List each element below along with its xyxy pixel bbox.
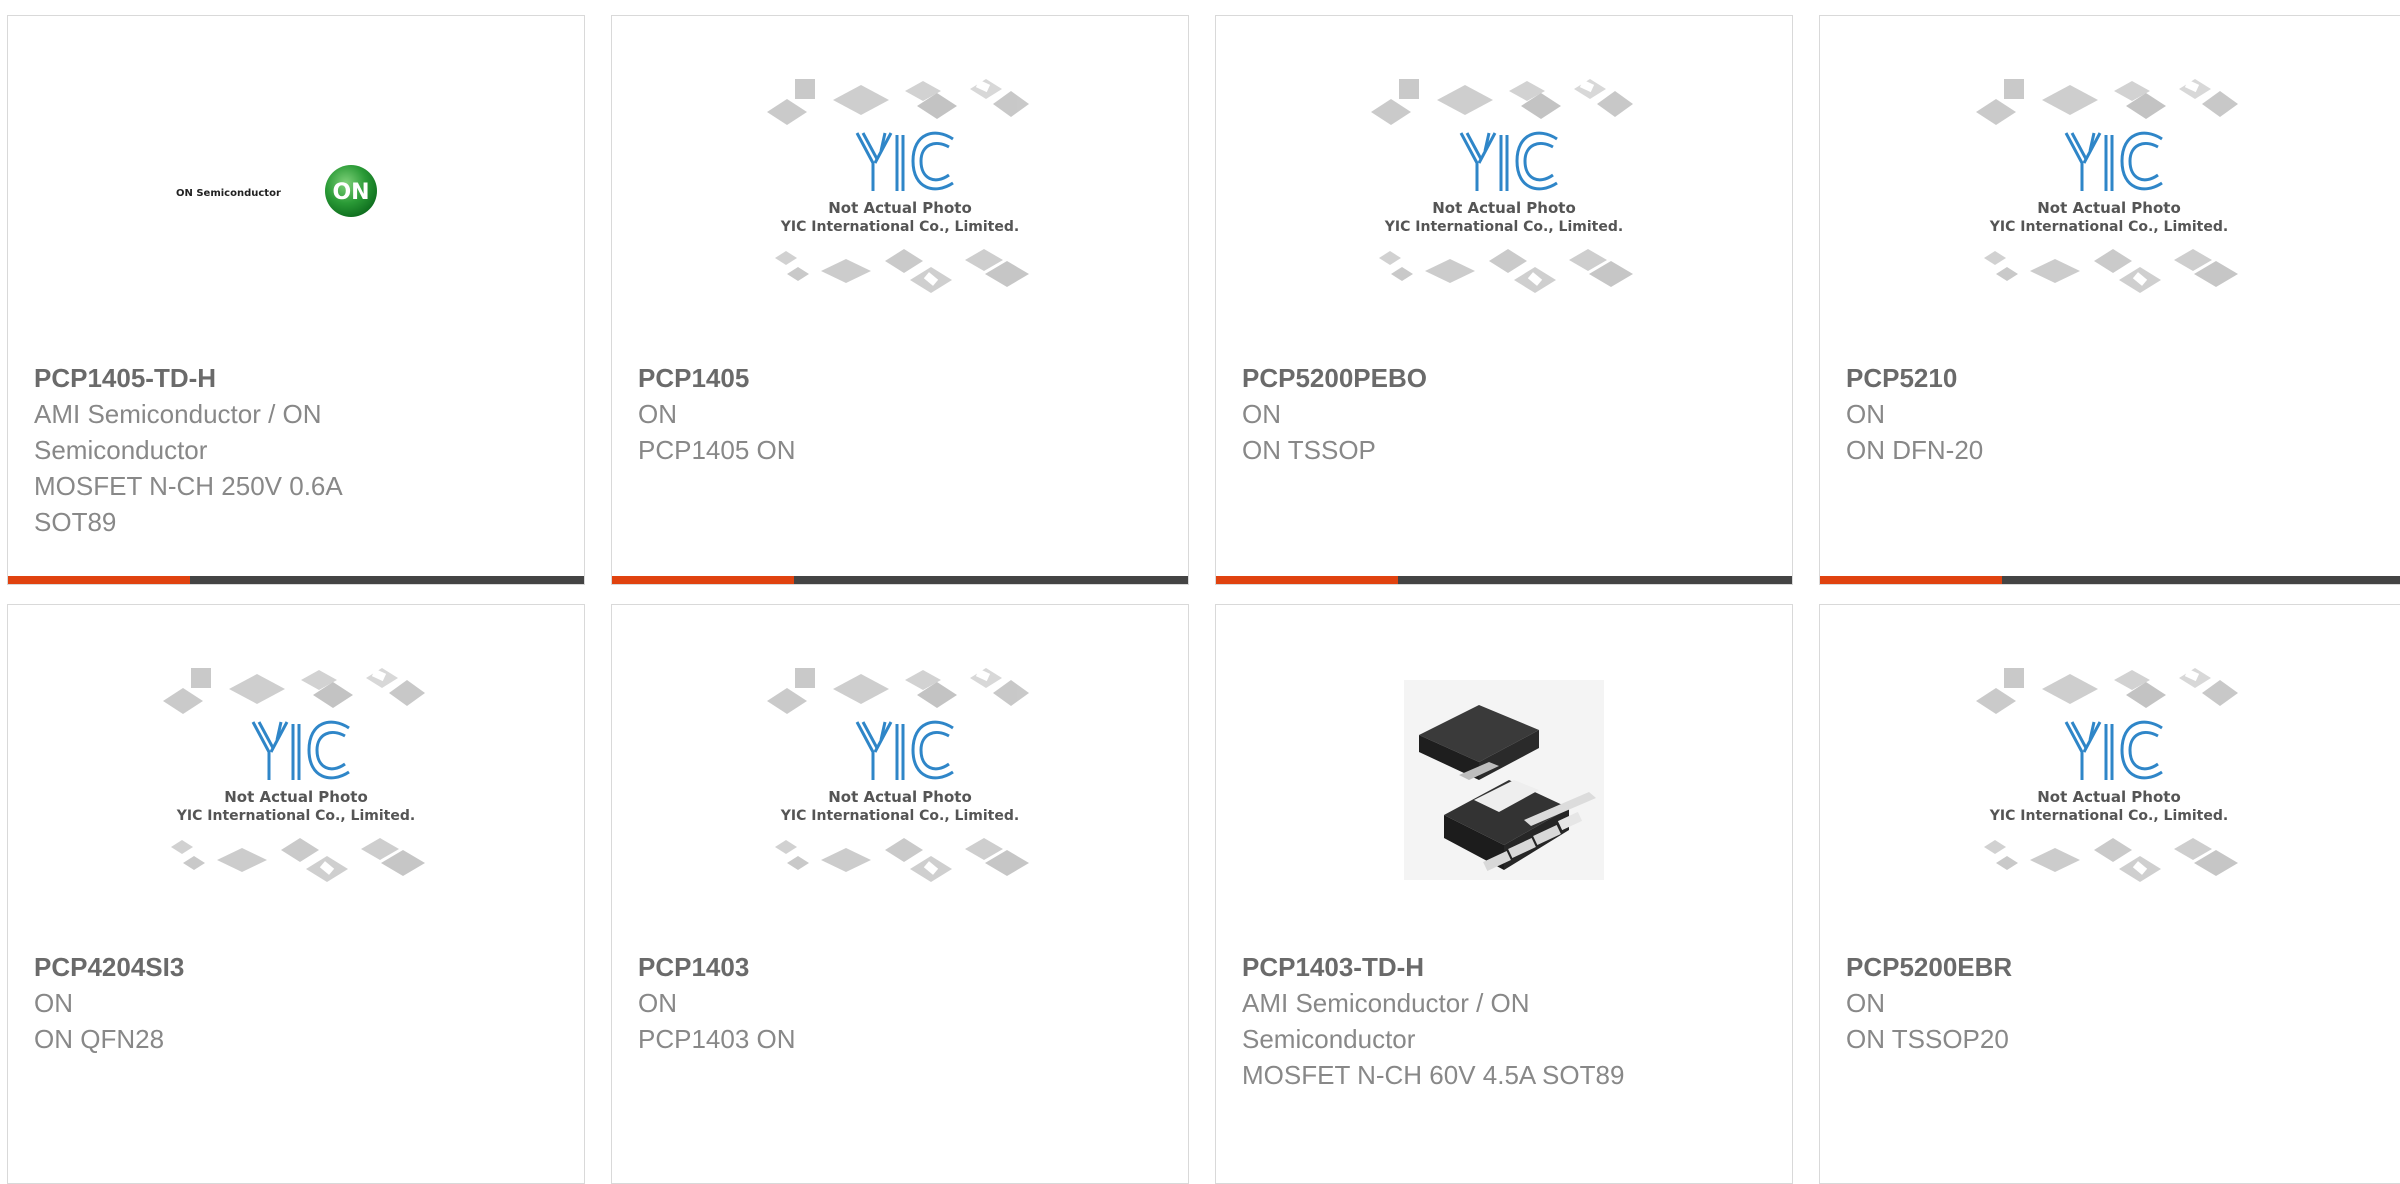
- product-line: AMI Semiconductor / ON: [34, 399, 322, 429]
- placeholder-line2: YIC International Co., Limited.: [1384, 219, 1623, 235]
- on-semiconductor-logo: ON Semiconductor ON: [176, 165, 377, 217]
- product-line: ON: [1846, 988, 1885, 1018]
- product-image-yic-placeholder[interactable]: Not Actual Photo YIC International Co., …: [1820, 605, 2398, 955]
- product-line: Semiconductor: [34, 435, 208, 465]
- placeholder-line1: Not Actual Photo: [828, 199, 972, 217]
- placeholder-line2: YIC International Co., Limited.: [1989, 219, 2228, 235]
- product-info: PCP5200PEBO ON ON TSSOP: [1242, 360, 1772, 468]
- yic-placeholder-image: Not Actual Photo YIC International Co., …: [1976, 668, 2238, 882]
- placeholder-line1: Not Actual Photo: [1432, 199, 1576, 217]
- card-bottom-bar: [612, 576, 1188, 584]
- card-bottom-bar: [1216, 576, 1792, 584]
- yic-placeholder-image: Not Actual Photo YIC International Co., …: [163, 668, 425, 882]
- card-bottom-bar: [1820, 576, 2400, 584]
- product-info: PCP1403 ON PCP1403 ON: [638, 949, 1168, 1057]
- product-line: Semiconductor: [1242, 1024, 1416, 1054]
- part-number-link[interactable]: PCP4204SI3: [34, 949, 564, 985]
- part-number-link[interactable]: PCP1403-TD-H: [1242, 949, 1772, 985]
- part-number-link[interactable]: PCP5200PEBO: [1242, 360, 1772, 396]
- card-bottom-bar: [8, 576, 584, 584]
- part-number-link[interactable]: PCP1403: [638, 949, 1168, 985]
- brand-badge: ON: [332, 180, 369, 205]
- placeholder-line1: Not Actual Photo: [2037, 199, 2181, 217]
- card-accent-bar: [1216, 576, 1398, 584]
- product-grid: ON Semiconductor ON PCP1405-TD-H AMI Sem…: [0, 0, 2400, 1184]
- product-card[interactable]: Not Actual Photo YIC International Co., …: [611, 15, 1189, 585]
- card-accent-bar: [8, 576, 190, 584]
- brand-text: ON Semiconductor: [176, 188, 281, 199]
- product-image-yic-placeholder[interactable]: Not Actual Photo YIC International Co., …: [1820, 16, 2398, 366]
- product-line: ON: [638, 399, 677, 429]
- part-number-link[interactable]: PCP5210: [1846, 360, 2380, 396]
- part-number-link[interactable]: PCP5200EBR: [1846, 949, 2380, 985]
- yic-placeholder-image: Not Actual Photo YIC International Co., …: [1371, 79, 1633, 293]
- placeholder-line1: Not Actual Photo: [224, 788, 368, 806]
- product-info: PCP1403-TD-H AMI Semiconductor / ON Semi…: [1242, 949, 1772, 1093]
- product-info: PCP5210 ON ON DFN-20: [1846, 360, 2380, 468]
- yic-placeholder-image: Not Actual Photo YIC International Co., …: [1976, 79, 2238, 293]
- product-line: ON DFN-20: [1846, 435, 1984, 465]
- product-line: MOSFET N-CH 250V 0.6A: [34, 471, 343, 501]
- product-image-yic-placeholder[interactable]: Not Actual Photo YIC International Co., …: [612, 16, 1188, 366]
- product-info: PCP1405-TD-H AMI Semiconductor / ON Semi…: [34, 360, 564, 540]
- product-line: PCP1405 ON: [638, 435, 796, 465]
- product-line: ON: [1846, 399, 1885, 429]
- product-line: MOSFET N-CH 60V 4.5A SOT89: [1242, 1060, 1625, 1090]
- product-image-yic-placeholder[interactable]: Not Actual Photo YIC International Co., …: [612, 605, 1188, 955]
- product-card[interactable]: Not Actual Photo YIC International Co., …: [1819, 604, 2400, 1184]
- product-card[interactable]: Not Actual Photo YIC International Co., …: [7, 604, 585, 1184]
- part-number-link[interactable]: PCP1405: [638, 360, 1168, 396]
- product-image-on-semiconductor-logo[interactable]: ON Semiconductor ON: [8, 16, 584, 366]
- product-line: PCP1403 ON: [638, 1024, 796, 1054]
- product-info: PCP5200EBR ON ON TSSOP20: [1846, 949, 2380, 1057]
- card-accent-bar: [1820, 576, 2002, 584]
- product-image-yic-placeholder[interactable]: Not Actual Photo YIC International Co., …: [1216, 16, 1792, 366]
- product-line: ON: [1242, 399, 1281, 429]
- product-info: PCP4204SI3 ON ON QFN28: [34, 949, 564, 1057]
- sot89-package-icon: [1404, 680, 1604, 880]
- placeholder-line2: YIC International Co., Limited.: [176, 808, 415, 824]
- product-line: SOT89: [34, 507, 117, 537]
- placeholder-line2: YIC International Co., Limited.: [1989, 808, 2228, 824]
- placeholder-line1: Not Actual Photo: [2037, 788, 2181, 806]
- product-card[interactable]: Not Actual Photo YIC International Co., …: [1215, 15, 1793, 585]
- yic-placeholder-image: Not Actual Photo YIC International Co., …: [767, 79, 1029, 293]
- product-info: PCP1405 ON PCP1405 ON: [638, 360, 1168, 468]
- product-line: AMI Semiconductor / ON: [1242, 988, 1530, 1018]
- placeholder-line2: YIC International Co., Limited.: [780, 219, 1019, 235]
- product-card[interactable]: Not Actual Photo YIC International Co., …: [611, 604, 1189, 1184]
- product-image-yic-placeholder[interactable]: Not Actual Photo YIC International Co., …: [8, 605, 584, 955]
- placeholder-line2: YIC International Co., Limited.: [780, 808, 1019, 824]
- product-line: ON: [638, 988, 677, 1018]
- product-line: ON TSSOP20: [1846, 1024, 2009, 1054]
- product-line: ON QFN28: [34, 1024, 165, 1054]
- product-card[interactable]: ON Semiconductor ON PCP1405-TD-H AMI Sem…: [7, 15, 585, 585]
- part-number-link[interactable]: PCP1405-TD-H: [34, 360, 564, 396]
- product-line: ON TSSOP: [1242, 435, 1376, 465]
- card-accent-bar: [612, 576, 794, 584]
- product-image-sot89-package-photo[interactable]: [1216, 605, 1792, 955]
- placeholder-line1: Not Actual Photo: [828, 788, 972, 806]
- yic-placeholder-image: Not Actual Photo YIC International Co., …: [767, 668, 1029, 882]
- product-card[interactable]: PCP1403-TD-H AMI Semiconductor / ON Semi…: [1215, 604, 1793, 1184]
- product-card[interactable]: Not Actual Photo YIC International Co., …: [1819, 15, 2400, 585]
- product-line: ON: [34, 988, 73, 1018]
